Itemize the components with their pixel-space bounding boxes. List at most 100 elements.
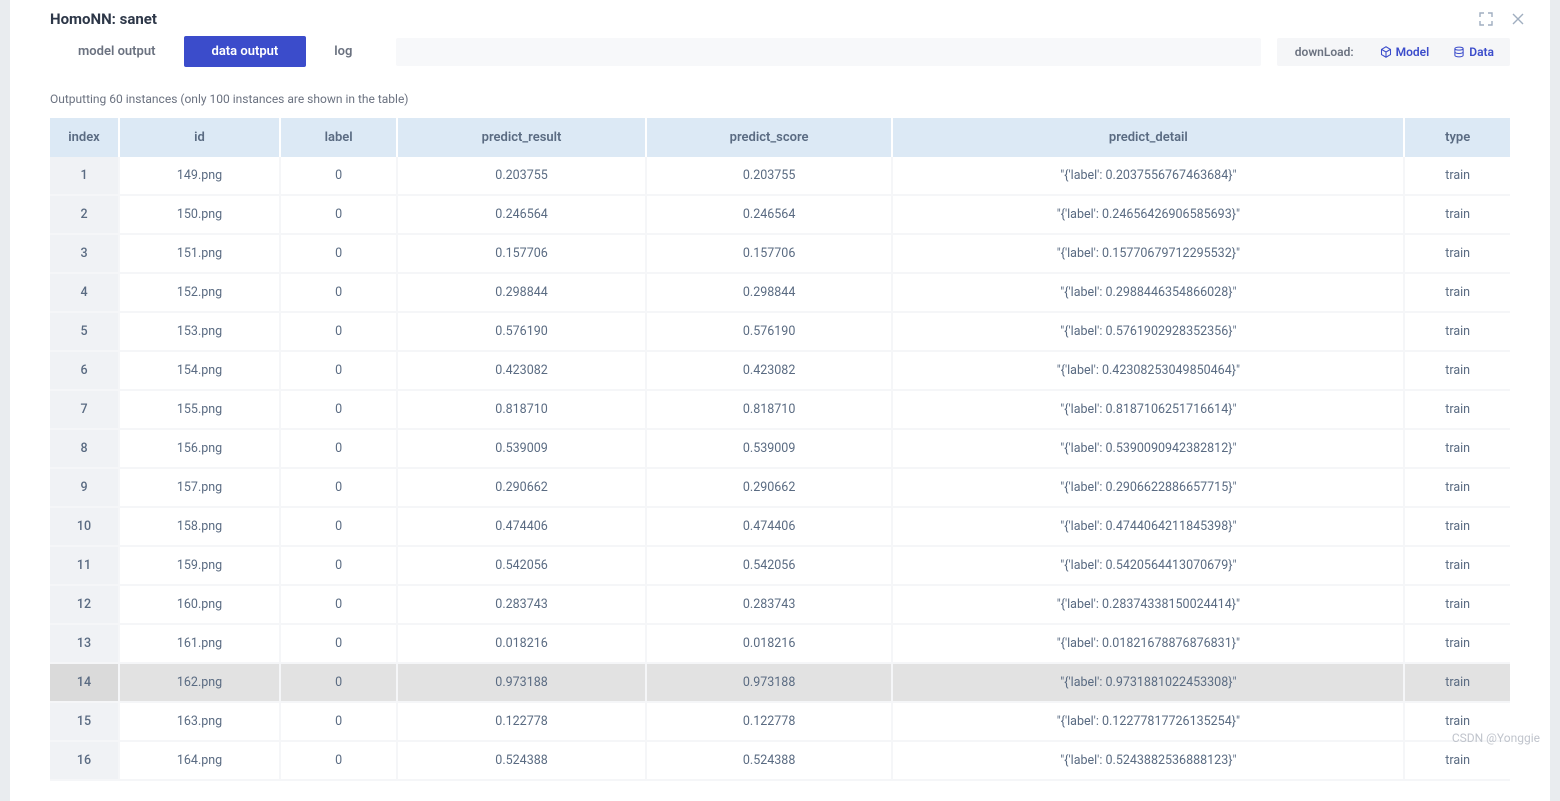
- cell-predict-score: 0.474406: [647, 508, 893, 547]
- download-data-button[interactable]: Data: [1441, 41, 1506, 63]
- cell-id: 158.png: [120, 508, 281, 547]
- download-model-label: Model: [1396, 45, 1430, 59]
- cell-id: 160.png: [120, 586, 281, 625]
- table-row[interactable]: 7155.png00.8187100.818710"{'label': 0.81…: [50, 391, 1510, 430]
- cell-predict-result: 0.474406: [398, 508, 647, 547]
- table-row[interactable]: 5153.png00.5761900.576190"{'label': 0.57…: [50, 313, 1510, 352]
- cell-index: 4: [50, 274, 120, 313]
- cell-type: train: [1405, 703, 1510, 742]
- subtitle: Outputting 60 instances (only 100 instan…: [10, 68, 1550, 118]
- cell-id: 157.png: [120, 469, 281, 508]
- cell-index: 5: [50, 313, 120, 352]
- col-type[interactable]: type: [1405, 118, 1510, 157]
- cell-type: train: [1405, 313, 1510, 352]
- toolbar-spacer: [396, 38, 1260, 66]
- fullscreen-icon[interactable]: [1478, 11, 1494, 27]
- cell-type: train: [1405, 586, 1510, 625]
- cell-predict-result: 0.539009: [398, 430, 647, 469]
- cell-predict-score: 0.542056: [647, 547, 893, 586]
- col-id[interactable]: id: [120, 118, 281, 157]
- cell-id: 162.png: [120, 664, 281, 703]
- cell-id: 155.png: [120, 391, 281, 430]
- cell-label: 0: [281, 157, 398, 196]
- cell-index: 16: [50, 742, 120, 781]
- table-row[interactable]: 2150.png00.2465640.246564"{'label': 0.24…: [50, 196, 1510, 235]
- cell-predict-score: 0.818710: [647, 391, 893, 430]
- cell-predict-result: 0.818710: [398, 391, 647, 430]
- cell-predict-score: 0.298844: [647, 274, 893, 313]
- cell-id: 152.png: [120, 274, 281, 313]
- col-predict-detail[interactable]: predict_detail: [893, 118, 1405, 157]
- cell-predict-result: 0.524388: [398, 742, 647, 781]
- col-index[interactable]: index: [50, 118, 120, 157]
- table-row[interactable]: 13161.png00.0182160.018216"{'label': 0.0…: [50, 625, 1510, 664]
- cell-index: 11: [50, 547, 120, 586]
- cell-predict-detail: "{'label': 0.24656426906585693}": [893, 196, 1405, 235]
- cell-predict-detail: "{'label': 0.15770679712295532}": [893, 235, 1405, 274]
- table-row[interactable]: 1149.png00.2037550.203755"{'label': 0.20…: [50, 157, 1510, 196]
- cell-predict-detail: "{'label': 0.12277817726135254}": [893, 703, 1405, 742]
- tab-data-output[interactable]: data output: [184, 36, 307, 67]
- toolbar: model output data output log downLoad: M…: [10, 36, 1550, 68]
- cell-type: train: [1405, 391, 1510, 430]
- cell-index: 14: [50, 664, 120, 703]
- cell-id: 150.png: [120, 196, 281, 235]
- table-row[interactable]: 14162.png00.9731880.973188"{'label': 0.9…: [50, 664, 1510, 703]
- cell-predict-detail: "{'label': 0.5390090942382812}": [893, 430, 1405, 469]
- cell-predict-detail: "{'label': 0.42308253049850464}": [893, 352, 1405, 391]
- cell-predict-detail: "{'label': 0.2906622886657715}": [893, 469, 1405, 508]
- cell-index: 6: [50, 352, 120, 391]
- table-row[interactable]: 16164.png00.5243880.524388"{'label': 0.5…: [50, 742, 1510, 781]
- cell-predict-result: 0.973188: [398, 664, 647, 703]
- cell-label: 0: [281, 430, 398, 469]
- table-row[interactable]: 9157.png00.2906620.290662"{'label': 0.29…: [50, 469, 1510, 508]
- tab-log[interactable]: log: [306, 36, 380, 67]
- table-row[interactable]: 3151.png00.1577060.157706"{'label': 0.15…: [50, 235, 1510, 274]
- cell-predict-detail: "{'label': 0.2988446354866028}": [893, 274, 1405, 313]
- download-group: downLoad: Model Data: [1277, 38, 1510, 66]
- cell-id: 153.png: [120, 313, 281, 352]
- table-row[interactable]: 11159.png00.5420560.542056"{'label': 0.5…: [50, 547, 1510, 586]
- cell-type: train: [1405, 469, 1510, 508]
- cell-label: 0: [281, 508, 398, 547]
- table-row[interactable]: 4152.png00.2988440.298844"{'label': 0.29…: [50, 274, 1510, 313]
- cell-label: 0: [281, 742, 398, 781]
- cell-predict-result: 0.246564: [398, 196, 647, 235]
- cell-predict-detail: "{'label': 0.5420564413070679}": [893, 547, 1405, 586]
- cell-type: train: [1405, 157, 1510, 196]
- cell-predict-score: 0.122778: [647, 703, 893, 742]
- cell-label: 0: [281, 547, 398, 586]
- cell-predict-detail: "{'label': 0.01821678876876831}": [893, 625, 1405, 664]
- cell-predict-score: 0.203755: [647, 157, 893, 196]
- table-row[interactable]: 10158.png00.4744060.474406"{'label': 0.4…: [50, 508, 1510, 547]
- cell-index: 7: [50, 391, 120, 430]
- cell-index: 8: [50, 430, 120, 469]
- cell-index: 15: [50, 703, 120, 742]
- cell-predict-score: 0.018216: [647, 625, 893, 664]
- tab-model-output[interactable]: model output: [50, 36, 184, 67]
- cell-predict-score: 0.973188: [647, 664, 893, 703]
- cell-id: 161.png: [120, 625, 281, 664]
- cell-index: 12: [50, 586, 120, 625]
- table-row[interactable]: 15163.png00.1227780.122778"{'label': 0.1…: [50, 703, 1510, 742]
- col-predict-result[interactable]: predict_result: [398, 118, 647, 157]
- cell-index: 10: [50, 508, 120, 547]
- cell-predict-result: 0.122778: [398, 703, 647, 742]
- table-header-row: index id label predict_result predict_sc…: [50, 118, 1510, 157]
- table-row[interactable]: 12160.png00.2837430.283743"{'label': 0.2…: [50, 586, 1510, 625]
- download-model-button[interactable]: Model: [1368, 41, 1442, 63]
- cell-predict-score: 0.524388: [647, 742, 893, 781]
- col-predict-score[interactable]: predict_score: [647, 118, 893, 157]
- table-row[interactable]: 8156.png00.5390090.539009"{'label': 0.53…: [50, 430, 1510, 469]
- cell-predict-detail: "{'label': 0.5761902928352356}": [893, 313, 1405, 352]
- cell-type: train: [1405, 196, 1510, 235]
- header-icons: [1478, 11, 1526, 27]
- cell-label: 0: [281, 625, 398, 664]
- cell-predict-detail: "{'label': 0.9731881022453308}": [893, 664, 1405, 703]
- table-row[interactable]: 6154.png00.4230820.423082"{'label': 0.42…: [50, 352, 1510, 391]
- col-label[interactable]: label: [281, 118, 398, 157]
- cell-predict-score: 0.290662: [647, 469, 893, 508]
- cell-id: 154.png: [120, 352, 281, 391]
- close-icon[interactable]: [1510, 11, 1526, 27]
- cell-type: train: [1405, 352, 1510, 391]
